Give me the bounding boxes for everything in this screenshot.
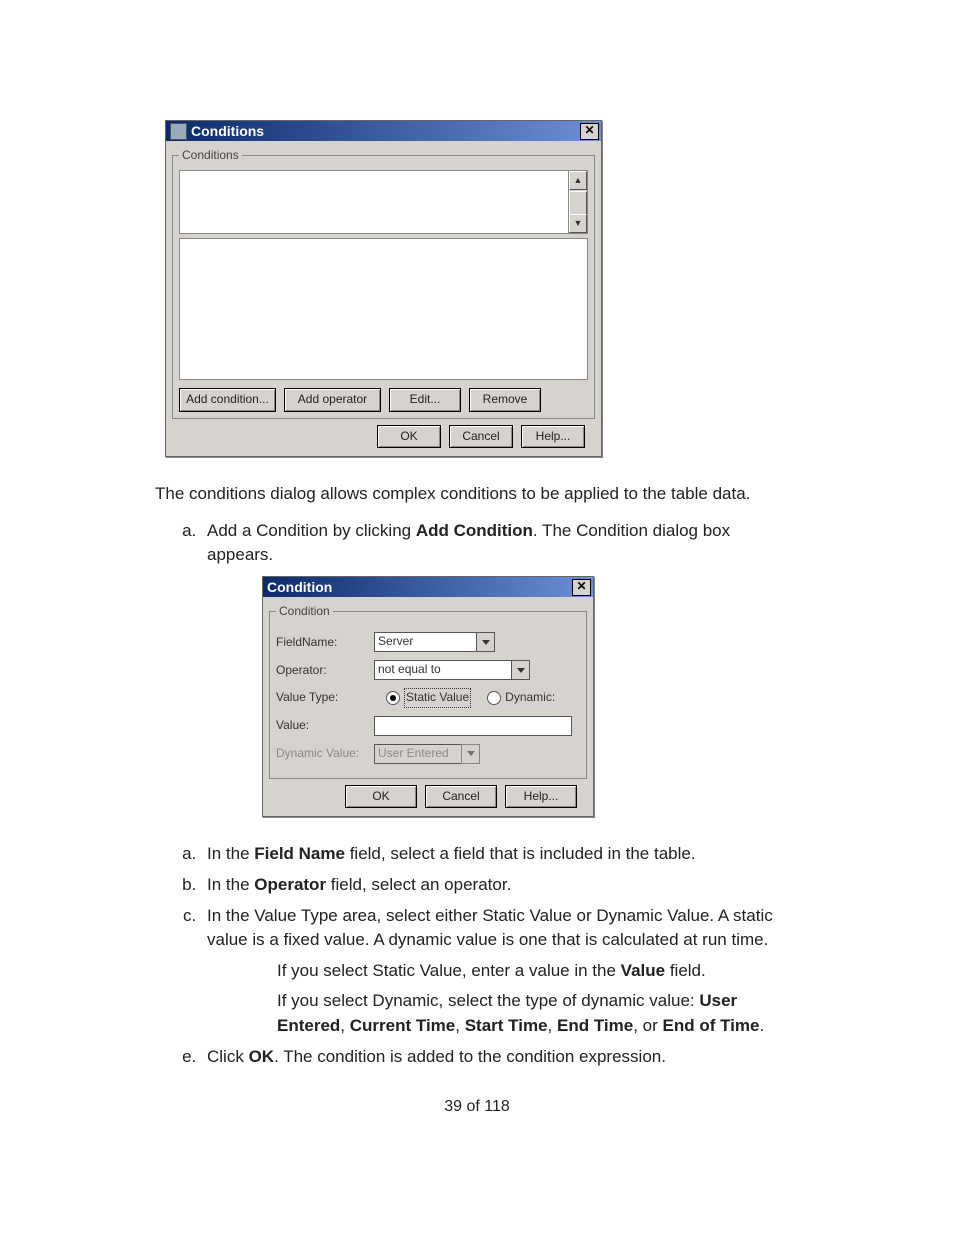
dialog-body: Conditions ▲ ▼ Add condition... Add oper… [166,141,601,456]
dialog-title: Condition [267,577,572,597]
edit-button[interactable]: Edit... [389,388,461,411]
remove-button[interactable]: Remove [469,388,541,411]
substep-dynamic: If you select Dynamic, select the type o… [277,989,799,1038]
step-a2: In the Field Name field, select a field … [201,842,799,867]
dialog-title: Conditions [191,121,580,141]
step-list-2: In the Field Name field, select a field … [155,842,799,1069]
dialog-body: Condition FieldName: Server Operator: [263,597,593,816]
fieldname-row: FieldName: Server [276,632,580,652]
dynamicvalue-combo: User Entered [374,744,480,764]
dynamicvalue-label: Dynamic Value: [276,745,374,762]
close-icon[interactable]: ✕ [572,579,591,596]
add-operator-button[interactable]: Add operator [284,388,381,411]
valuetype-label: Value Type: [276,689,374,706]
step-b: In the Operator field, select an operato… [201,873,799,898]
chevron-down-icon [461,744,480,764]
ok-button[interactable]: OK [377,425,441,448]
scroll-down-icon[interactable]: ▼ [569,214,587,233]
button-row: Add condition... Add operator Edit... Re… [179,388,588,411]
static-value-radio[interactable] [386,691,400,705]
value-input[interactable] [374,716,572,736]
dynamic-radio[interactable] [487,691,501,705]
fieldname-label: FieldName: [276,634,374,651]
fieldname-value[interactable]: Server [374,632,476,652]
dynamicvalue-value: User Entered [374,744,461,764]
dynamic-label: Dynamic: [505,689,555,706]
condition-dialog: Condition ✕ Condition FieldName: Server [262,576,594,817]
scrollbar[interactable]: ▲ ▼ [568,171,587,233]
scroll-thumb[interactable] [569,191,587,215]
expression-area[interactable] [179,238,588,380]
cancel-button[interactable]: Cancel [425,785,497,808]
condition-group: Condition FieldName: Server Operator: [269,603,587,779]
operator-row: Operator: not equal to [276,660,580,680]
app-icon [170,123,187,140]
add-condition-button[interactable]: Add condition... [179,388,276,411]
step-list-1: Add a Condition by clicking Add Conditio… [155,519,799,817]
help-button[interactable]: Help... [505,785,577,808]
step-e: Click OK. The condition is added to the … [201,1045,799,1070]
cancel-button[interactable]: Cancel [449,425,513,448]
fieldname-combo[interactable]: Server [374,632,495,652]
conditions-group: Conditions ▲ ▼ Add condition... Add oper… [172,147,595,419]
group-label: Conditions [179,147,242,164]
titlebar: Condition ✕ [263,577,593,597]
value-row: Value: [276,716,580,736]
paragraph: The conditions dialog allows complex con… [155,482,799,507]
scroll-up-icon[interactable]: ▲ [569,171,587,190]
document-page: Conditions ✕ Conditions ▲ ▼ Add conditio… [0,0,954,1235]
chevron-down-icon[interactable] [476,632,495,652]
chevron-down-icon[interactable] [511,660,530,680]
help-button[interactable]: Help... [521,425,585,448]
value-label: Value: [276,717,374,734]
conditions-list[interactable]: ▲ ▼ [179,170,588,234]
valuetype-row: Value Type: Static Value Dynamic: [276,688,580,707]
ok-button[interactable]: OK [345,785,417,808]
group-label: Condition [276,603,333,620]
static-value-label: Static Value [404,688,471,707]
dynamicvalue-row: Dynamic Value: User Entered [276,744,580,764]
step-c: In the Value Type area, select either St… [201,904,799,1039]
dialog-footer: OK Cancel Help... [172,425,595,448]
page-number: 39 of 118 [155,1095,799,1118]
conditions-dialog: Conditions ✕ Conditions ▲ ▼ Add conditio… [165,120,602,457]
close-icon[interactable]: ✕ [580,123,599,140]
operator-label: Operator: [276,662,374,679]
operator-combo[interactable]: not equal to [374,660,530,680]
step-a: Add a Condition by clicking Add Conditio… [201,519,799,817]
operator-value[interactable]: not equal to [374,660,511,680]
substep-static: If you select Static Value, enter a valu… [277,959,799,984]
dialog-footer: OK Cancel Help... [269,785,587,808]
titlebar: Conditions ✕ [166,121,601,141]
